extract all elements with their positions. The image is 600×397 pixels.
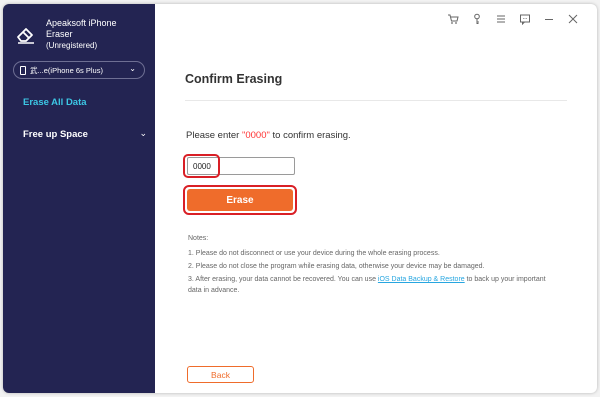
window-toolbar	[445, 12, 581, 26]
feedback-icon[interactable]	[517, 12, 533, 26]
sidebar: Apeaksoft iPhone Eraser (Unregistered) 武…	[3, 4, 155, 393]
note-3-text: 3. After erasing, your data cannot be re…	[188, 276, 378, 283]
brand-text: Apeaksoft iPhone Eraser (Unregistered)	[46, 18, 118, 51]
registration-status: (Unregistered)	[46, 41, 98, 50]
close-icon[interactable]	[565, 12, 581, 26]
sidebar-item-free-up-space[interactable]: Free up Space ⌄	[23, 128, 147, 140]
menu-icon[interactable]	[493, 12, 509, 26]
brand: Apeaksoft iPhone Eraser (Unregistered)	[15, 18, 118, 51]
notes-title: Notes:	[188, 235, 209, 242]
note-3: 3. After erasing, your data cannot be re…	[188, 274, 558, 296]
phone-icon	[20, 65, 26, 75]
page-title: Confirm Erasing	[185, 72, 283, 86]
ios-backup-link[interactable]: iOS Data Backup & Restore	[378, 276, 465, 283]
instruction-prefix: Please enter	[186, 130, 242, 141]
title-divider	[185, 100, 567, 101]
erase-highlight-annotation	[183, 185, 297, 215]
input-highlight-annotation	[183, 154, 220, 178]
device-name: 武...e(iPhone 6s Plus)	[30, 65, 103, 75]
chevron-down-icon: ⌄	[139, 128, 147, 138]
key-icon[interactable]	[469, 12, 485, 26]
note-1: 1. Please do not disconnect or use your …	[188, 250, 440, 257]
sidebar-item-label: Free up Space	[23, 129, 88, 140]
note-2: 2. Please do not close the program while…	[188, 263, 485, 270]
sidebar-item-erase-all-data[interactable]: Erase All Data	[23, 97, 87, 108]
confirm-code: "0000"	[241, 130, 270, 141]
notes-section: Notes: 1. Please do not disconnect or us…	[188, 233, 558, 298]
sidebar-item-label: Erase All Data	[23, 97, 87, 108]
instruction-suffix: to confirm erasing.	[269, 130, 351, 141]
confirm-instruction: Please enter "0000" to confirm erasing.	[186, 130, 351, 141]
app-name: Apeaksoft iPhone Eraser	[46, 18, 117, 39]
eraser-logo-icon	[17, 28, 34, 44]
app-window: Apeaksoft iPhone Eraser (Unregistered) 武…	[3, 4, 597, 393]
chevron-down-icon: ⌄	[129, 64, 136, 73]
back-button[interactable]: Back	[187, 366, 254, 383]
cart-icon[interactable]	[445, 12, 461, 26]
device-select[interactable]: 武...e(iPhone 6s Plus) ⌄	[13, 61, 145, 79]
minimize-icon[interactable]	[541, 12, 557, 26]
